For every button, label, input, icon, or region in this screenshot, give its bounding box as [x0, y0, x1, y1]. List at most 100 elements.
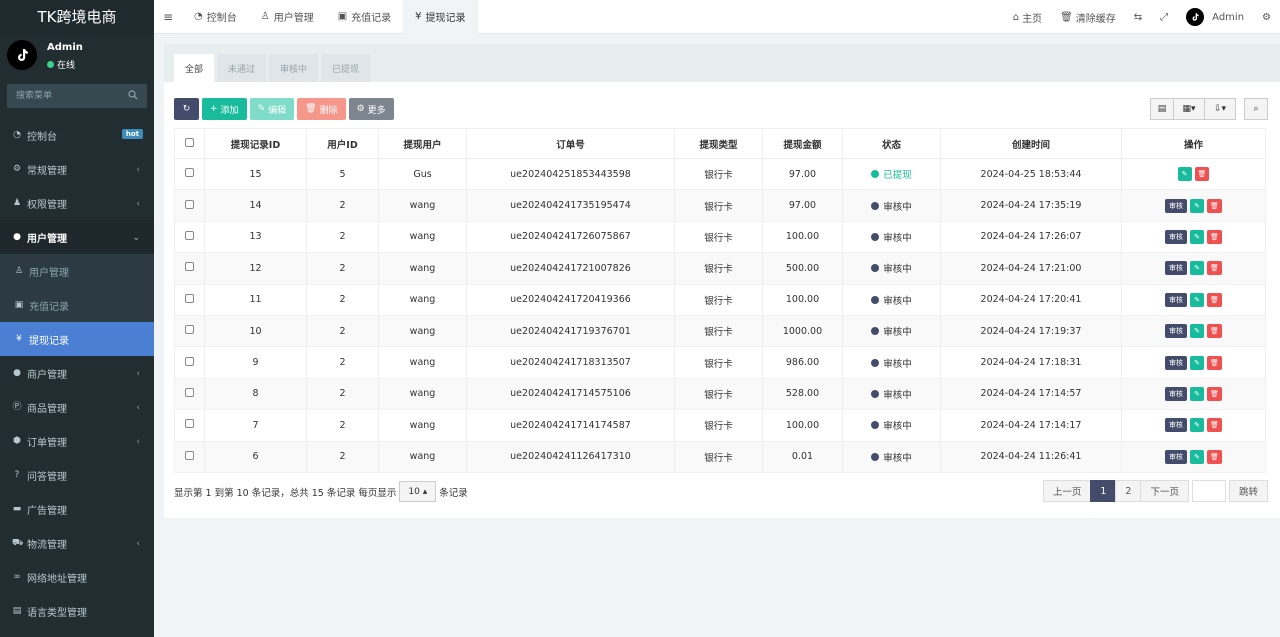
col-user[interactable]: 提现用户 [378, 128, 467, 159]
review-button[interactable]: 审核 [1165, 418, 1188, 433]
sidebar-item-users[interactable]: ● 用户管理 ⌄ [0, 220, 154, 254]
review-button[interactable]: 审核 [1165, 292, 1188, 307]
col-id[interactable]: 提现记录ID [204, 128, 307, 159]
menu-toggle-icon[interactable]: ≡ [154, 10, 182, 24]
table-row[interactable]: 11 2 wang ue202404241720419366 银行卡 100.00 审核中 2… [174, 284, 1266, 316]
home-link[interactable]: ⌂ 主页 [1004, 10, 1051, 25]
row-delete-button[interactable]: 🗑 [1207, 418, 1222, 433]
row-edit-button[interactable]: ✎ [1190, 292, 1205, 307]
col-user-id[interactable]: 用户ID [306, 128, 379, 159]
sidebar-item-auth[interactable]: ♟ 权限管理 ‹ [0, 186, 154, 220]
sidebar-item-language[interactable]: ▤ 语言类型管理 [0, 594, 154, 628]
row-checkbox[interactable] [185, 325, 194, 335]
col-amount[interactable]: 提现金额 [762, 128, 843, 159]
review-button[interactable]: 审核 [1165, 229, 1188, 244]
row-edit-button[interactable]: ✎ [1177, 167, 1192, 182]
row-delete-button[interactable]: 🗑 [1194, 167, 1210, 182]
tab-all[interactable]: 全部 [174, 54, 215, 82]
user-menu[interactable]: Admin [1177, 8, 1253, 26]
settings-icon[interactable]: ⚙ [1253, 12, 1280, 23]
row-delete-button[interactable]: 🗑 [1207, 449, 1222, 464]
table-row[interactable]: 9 2 wang ue202404241718313507 银行卡 986.00 审核中 20… [174, 346, 1266, 379]
sidebar-item-ads[interactable]: ▬ 广告管理 [0, 492, 154, 526]
sidebar-item-network[interactable]: ∞ 网络地址管理 [0, 560, 154, 594]
row-delete-button[interactable]: 🗑 [1207, 229, 1222, 244]
tab-dashboard[interactable]: ◔ 控制台 [182, 0, 249, 34]
select-all-checkbox[interactable] [185, 137, 194, 147]
sidebar-subitem-recharge[interactable]: ▣ 充值记录 [0, 288, 154, 322]
row-edit-button[interactable]: ✎ [1190, 198, 1205, 213]
row-checkbox[interactable] [185, 168, 194, 178]
export-dropdown-icon[interactable]: ⇩▾ [1204, 98, 1236, 120]
add-button[interactable]: + 添加 [202, 98, 247, 120]
table-row[interactable]: 10 2 wang ue202404241719376701 银行卡 1000.00 审核中… [174, 315, 1266, 348]
refresh-button[interactable]: ↻ [174, 98, 199, 120]
table-row[interactable]: 13 2 wang ue202404241726075867 银行卡 100.00 审核中 2… [174, 221, 1266, 254]
table-row[interactable]: 6 2 wang ue202404241126417310 银行卡 0.01 审核中 2024… [174, 441, 1266, 473]
edit-button[interactable]: ✎ 编辑 [249, 98, 295, 120]
tab-withdraw[interactable]: ¥ 提现记录 [403, 0, 478, 34]
row-checkbox[interactable] [185, 450, 194, 460]
sidebar-item-merchant[interactable]: ● 商户管理 ‹ [0, 356, 154, 390]
row-edit-button[interactable]: ✎ [1190, 229, 1205, 244]
row-checkbox[interactable] [185, 230, 194, 240]
row-checkbox[interactable] [185, 262, 194, 272]
review-button[interactable]: 审核 [1165, 261, 1188, 276]
review-button[interactable]: 审核 [1165, 386, 1188, 401]
sidebar-item-product[interactable]: Ⓟ 商品管理 ‹ [0, 390, 154, 424]
row-checkbox[interactable] [185, 356, 194, 366]
row-edit-button[interactable]: ✎ [1190, 449, 1205, 464]
delete-button[interactable]: 🗑 删除 [297, 98, 346, 120]
row-checkbox[interactable] [185, 293, 194, 303]
row-delete-button[interactable]: 🗑 [1207, 324, 1222, 339]
tab-rejected[interactable]: 未通过 [217, 54, 267, 82]
row-checkbox[interactable] [185, 199, 194, 209]
jump-button[interactable]: 跳转 [1228, 480, 1268, 502]
table-row[interactable]: 12 2 wang ue202404241721007826 银行卡 500.00 审核中 2… [174, 252, 1266, 285]
prev-page-button[interactable]: 上一页 [1042, 480, 1092, 502]
sidebar-item-general[interactable]: ⚙ 常规管理 ‹ [0, 152, 154, 186]
col-time[interactable]: 创建时间 [940, 128, 1122, 159]
menu-search-input[interactable] [7, 84, 117, 108]
sidebar-item-logistics[interactable]: ⛟ 物流管理 ‹ [0, 526, 154, 560]
table-row[interactable]: 15 5 Gus ue202404251853443598 银行卡 97.00 已提现 202… [174, 158, 1266, 191]
row-edit-button[interactable]: ✎ [1190, 324, 1205, 339]
row-delete-button[interactable]: 🗑 [1207, 386, 1222, 401]
toggle-view-icon[interactable]: ▤ [1150, 98, 1174, 120]
row-delete-button[interactable]: 🗑 [1207, 198, 1222, 213]
jump-page-input[interactable] [1191, 480, 1226, 502]
row-edit-button[interactable]: ✎ [1190, 418, 1205, 433]
columns-dropdown-icon[interactable]: ▦▾ [1173, 98, 1205, 120]
review-button[interactable]: 审核 [1165, 324, 1188, 339]
tab-reviewing[interactable]: 审核中 [269, 54, 319, 82]
row-delete-button[interactable]: 🗑 [1207, 355, 1222, 370]
sidebar-item-order[interactable]: ⬢ 订单管理 ‹ [0, 424, 154, 458]
sidebar-item-dashboard[interactable]: ◔ 控制台 hot [0, 118, 154, 152]
row-edit-button[interactable]: ✎ [1190, 261, 1205, 276]
review-button[interactable]: 审核 [1165, 449, 1188, 464]
search-icon[interactable] [128, 90, 138, 100]
table-row[interactable]: 7 2 wang ue202404241714174587 银行卡 100.00 审核中 20… [174, 409, 1266, 442]
row-edit-button[interactable]: ✎ [1190, 355, 1205, 370]
tab-users[interactable]: ♙ 用户管理 [249, 0, 326, 34]
table-row[interactable]: 14 2 wang ue202404241735195474 银行卡 97.00 审核中 20… [174, 189, 1266, 222]
tab-recharge[interactable]: ▣ 充值记录 [326, 0, 403, 34]
more-button[interactable]: ⚙ 更多 [348, 98, 394, 120]
row-checkbox[interactable] [185, 387, 194, 397]
review-button[interactable]: 审核 [1165, 355, 1188, 370]
clear-cache-button[interactable]: 🗑 清除缓存 [1051, 10, 1125, 25]
review-button[interactable]: 审核 [1165, 198, 1188, 213]
language-icon[interactable]: ⇆ [1125, 12, 1151, 23]
fullscreen-icon[interactable]: ⤢ [1151, 12, 1177, 23]
sidebar-subitem-users[interactable]: ♙ 用户管理 [0, 254, 154, 288]
brand-logo[interactable]: TK跨境电商 [0, 0, 154, 34]
row-delete-button[interactable]: 🗑 [1207, 292, 1222, 307]
sidebar-subitem-withdraw[interactable]: ¥ 提现记录 [0, 322, 154, 356]
page-1-button[interactable]: 1 [1090, 480, 1117, 502]
next-page-button[interactable]: 下一页 [1140, 480, 1189, 502]
row-delete-button[interactable]: 🗑 [1207, 261, 1222, 276]
col-order[interactable]: 订单号 [466, 128, 675, 159]
col-status[interactable]: 状态 [842, 128, 941, 159]
row-checkbox[interactable] [185, 419, 194, 429]
sidebar-item-qa[interactable]: ? 问答管理 [0, 458, 154, 492]
